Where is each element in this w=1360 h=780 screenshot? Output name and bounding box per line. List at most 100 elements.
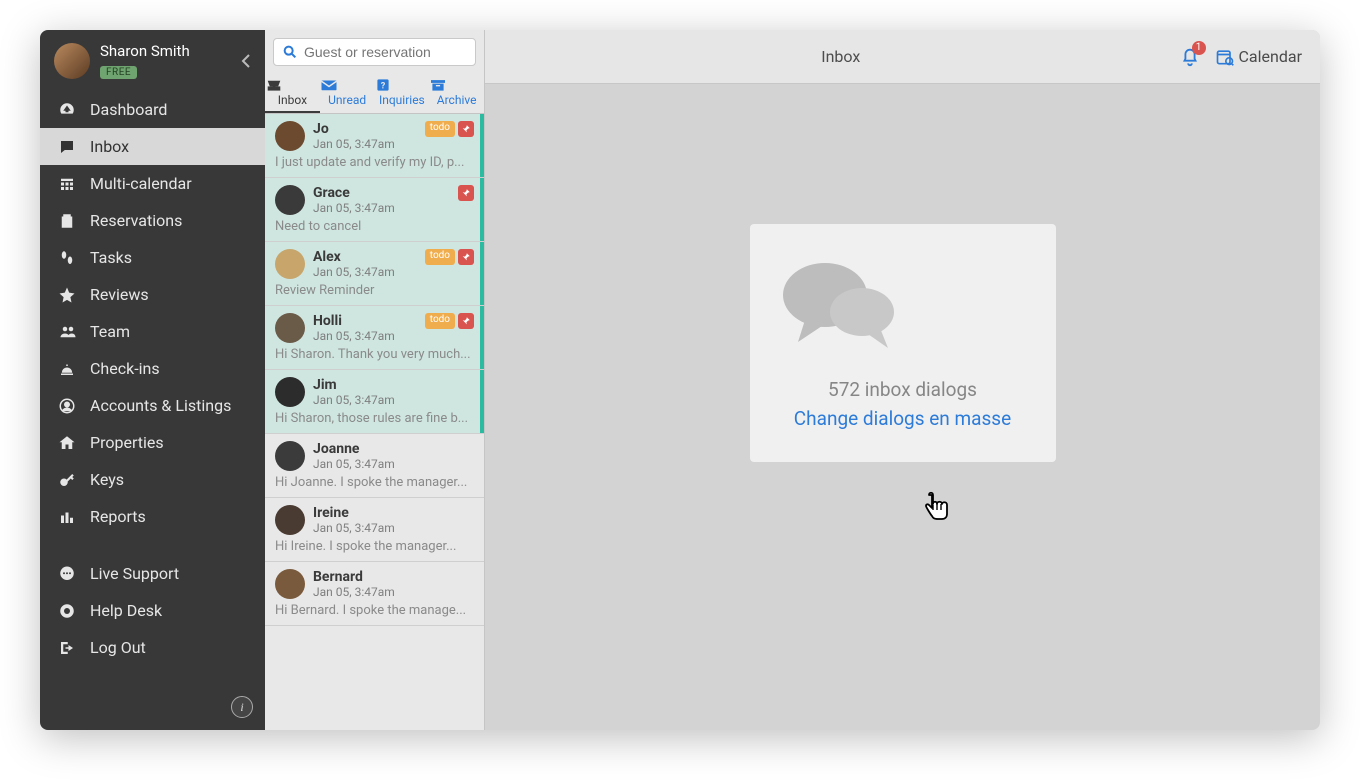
svg-text:?: ? [380,82,385,92]
nav-label: Reservations [90,211,182,230]
thread-name: Alex [313,249,341,265]
tab-label: Archive [437,93,477,107]
nav-inbox[interactable]: Inbox [40,128,265,165]
nav-reservations[interactable]: Reservations [40,202,265,239]
thread-avatar [275,569,305,599]
calendar-grid-icon [58,175,78,193]
main-nav: Dashboard Inbox Multi-calendar Reservati… [40,91,265,535]
chat-bubbles-icon [770,250,1036,360]
calendar-label: Calendar [1239,47,1302,66]
nav-reports[interactable]: Reports [40,498,265,535]
bar-chart-icon [58,508,78,526]
nav-label: Check-ins [90,359,160,378]
nav-label: Log Out [90,638,146,657]
nav-label: Reviews [90,285,149,304]
thread-item[interactable]: GraceJan 05, 3:47amNeed to cancel [265,178,484,242]
tab-unread[interactable]: Unread [320,74,375,113]
nav-team[interactable]: Team [40,313,265,350]
thread-badges [458,185,474,201]
nav-live-support[interactable]: Live Support [40,555,265,592]
pin-badge-icon [458,313,474,329]
list-tabs: Inbox Unread ? Inquiries Archive [265,74,484,114]
footsteps-icon [58,249,78,267]
change-dialogs-link[interactable]: Change dialogs en masse [770,407,1036,430]
gauge-icon [58,101,78,119]
chat-icon [58,138,78,156]
thread-name: Holli [313,313,342,329]
user-circle-icon [58,397,78,415]
nav-tasks[interactable]: Tasks [40,239,265,276]
topbar-right: 1 Calendar [1179,46,1302,68]
thread-preview: Review Reminder [275,283,474,298]
thread-avatar [275,313,305,343]
tab-label: Unread [328,93,366,107]
nav-multi-calendar[interactable]: Multi-calendar [40,165,265,202]
calendar-link[interactable]: Calendar [1215,47,1302,67]
conversation-list-pane: Inbox Unread ? Inquiries Archive [265,30,485,730]
nav-label: Keys [90,470,124,489]
thread-item[interactable]: HollitodoJan 05, 3:47amHi Sharon. Thank … [265,306,484,370]
tab-inquiries[interactable]: ? Inquiries [375,74,430,113]
nav-accounts-listings[interactable]: Accounts & Listings [40,387,265,424]
tab-inbox[interactable]: Inbox [265,74,320,113]
thread-time: Jan 05, 3:47am [313,265,474,279]
thread-item[interactable]: JimJan 05, 3:47amHi Sharon, those rules … [265,370,484,434]
thread-preview: Hi Joanne. I spoke the manager... [275,475,474,490]
todo-badge: todo [425,249,455,265]
thread-name: Jim [313,377,337,393]
home-icon [58,434,78,452]
info-icon[interactable]: i [231,696,253,718]
thread-avatar [275,505,305,535]
question-icon: ? [375,78,430,92]
search-input[interactable] [304,44,467,60]
profile-name: Sharon Smith [100,42,190,60]
nav-label: Live Support [90,564,179,583]
thread-avatar [275,377,305,407]
nav-help-desk[interactable]: Help Desk [40,592,265,629]
nav-reviews[interactable]: Reviews [40,276,265,313]
nav-dashboard[interactable]: Dashboard [40,91,265,128]
pin-badge-icon [458,185,474,201]
thread-avatar [275,185,305,215]
thread-badges: todo [425,313,474,329]
star-icon [58,286,78,304]
nav-properties[interactable]: Properties [40,424,265,461]
main-pane: Inbox 1 Calendar [485,30,1320,730]
thread-item[interactable]: JoanneJan 05, 3:47am Hi Joanne. I spoke t… [265,434,484,498]
tab-label: Inbox [278,93,307,107]
notification-bell[interactable]: 1 [1179,46,1201,68]
search-input-wrap[interactable] [273,38,476,66]
key-icon [58,471,78,489]
thread-time: Jan 05, 3:47am [313,521,474,535]
thread-time: Jan 05, 3:47am [313,457,474,471]
thread-avatar [275,249,305,279]
thread-name: Grace [313,185,350,201]
thread-avatar [275,121,305,151]
todo-badge: todo [425,121,455,137]
nav-log-out[interactable]: Log Out [40,629,265,666]
tab-archive[interactable]: Archive [429,74,484,113]
thread-item[interactable]: IreineJan 05, 3:47amHi Ireine. I spoke t… [265,498,484,562]
thread-name: Joanne [313,441,359,457]
pin-badge-icon [458,121,474,137]
todo-badge: todo [425,313,455,329]
thread-item[interactable]: Alex todoJan 05, 3:47am Review Reminder [265,242,484,306]
thread-preview: Need to cancel [275,219,474,234]
nav-label: Help Desk [90,601,162,620]
collapse-sidebar-icon[interactable] [241,53,251,69]
thread-name: Jo [313,121,329,137]
nav-label: Team [90,322,130,341]
thread-badges: todo [425,121,474,137]
thread-item[interactable]: JotodoJan 05, 3:47amI just update and ve… [265,114,484,178]
thread-item[interactable]: BernardJan 05, 3:47amHi Bernard. I spoke… [265,562,484,626]
nav-label: Inbox [90,137,129,156]
logout-icon [58,639,78,657]
nav-label: Reports [90,507,146,526]
envelope-icon [320,78,375,92]
profile-section[interactable]: Sharon Smith FREE [40,30,265,87]
lifebuoy-icon [58,602,78,620]
nav-keys[interactable]: Keys [40,461,265,498]
nav-check-ins[interactable]: Check-ins [40,350,265,387]
app-window: Sharon Smith FREE Dashboard Inbox [40,30,1320,730]
users-icon [58,323,78,341]
